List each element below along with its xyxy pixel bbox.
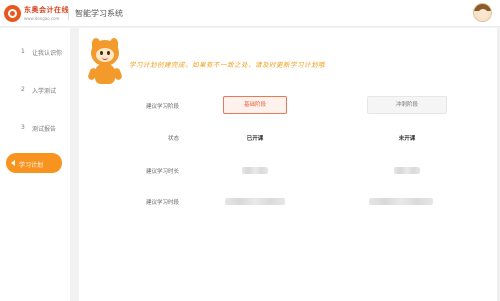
basic-duration-blurred <box>242 167 268 174</box>
period-row-label: 建议学习时段 <box>145 200 179 206</box>
sidebar-item-label: 让我认识你 <box>32 50 63 57</box>
plan-tip-text: 学习计划创建完成，如果有不一致之处，请及时更新学习计划哦 <box>129 61 325 69</box>
sprint-status: 未开课 <box>398 136 416 142</box>
sidebar-item-know-you[interactable]: 1 让我认识你 <box>6 41 62 61</box>
step-number: 3 <box>21 124 25 131</box>
logo-mark-icon <box>4 5 21 22</box>
step-number: 1 <box>21 48 25 55</box>
logo-url: www.dongao.com <box>24 16 60 21</box>
step-sidebar: 1 让我认识你 2 入学测试 3 测试报告 学习计划 <box>0 28 70 301</box>
dongao-logo[interactable]: 东奥会计在线 www.dongao.com <box>4 4 69 24</box>
active-arrow-icon <box>11 160 15 166</box>
duration-row-label: 建议学习时长 <box>145 169 179 175</box>
study-plan-panel: 学习计划创建完成，如果有不一致之处，请及时更新学习计划哦 建议学习阶段 基础阶段… <box>79 28 500 301</box>
basic-period-blurred <box>225 198 285 205</box>
sidebar-item-label: 入学测试 <box>32 88 57 95</box>
sidebar-item-test-report[interactable]: 3 测试报告 <box>6 117 62 137</box>
fox-mascot-icon <box>87 38 123 86</box>
sprint-period-blurred <box>369 198 433 205</box>
stage-row-label: 建议学习阶段 <box>145 104 179 110</box>
step-number: 2 <box>21 86 25 93</box>
app-title: 智能学习系统 <box>75 9 123 18</box>
header-divider <box>68 8 69 20</box>
avatar-face <box>478 9 488 19</box>
sidebar-item-label: 测试报告 <box>32 126 57 133</box>
basic-stage-button[interactable]: 基础阶段 <box>223 96 287 114</box>
sidebar-item-study-plan[interactable]: 学习计划 <box>6 153 62 173</box>
user-avatar[interactable] <box>473 3 492 22</box>
logo-name: 东奥会计在线 <box>24 6 69 14</box>
basic-status: 已开课 <box>246 136 264 142</box>
top-header: 东奥会计在线 www.dongao.com 智能学习系统 <box>0 0 500 27</box>
sidebar-item-entry-test[interactable]: 2 入学测试 <box>6 79 62 99</box>
status-row-label: 状态 <box>167 136 179 142</box>
sidebar-item-label: 学习计划 <box>19 162 44 169</box>
sprint-duration-blurred <box>394 167 420 174</box>
sprint-stage-button[interactable]: 冲刺阶段 <box>367 96 447 114</box>
